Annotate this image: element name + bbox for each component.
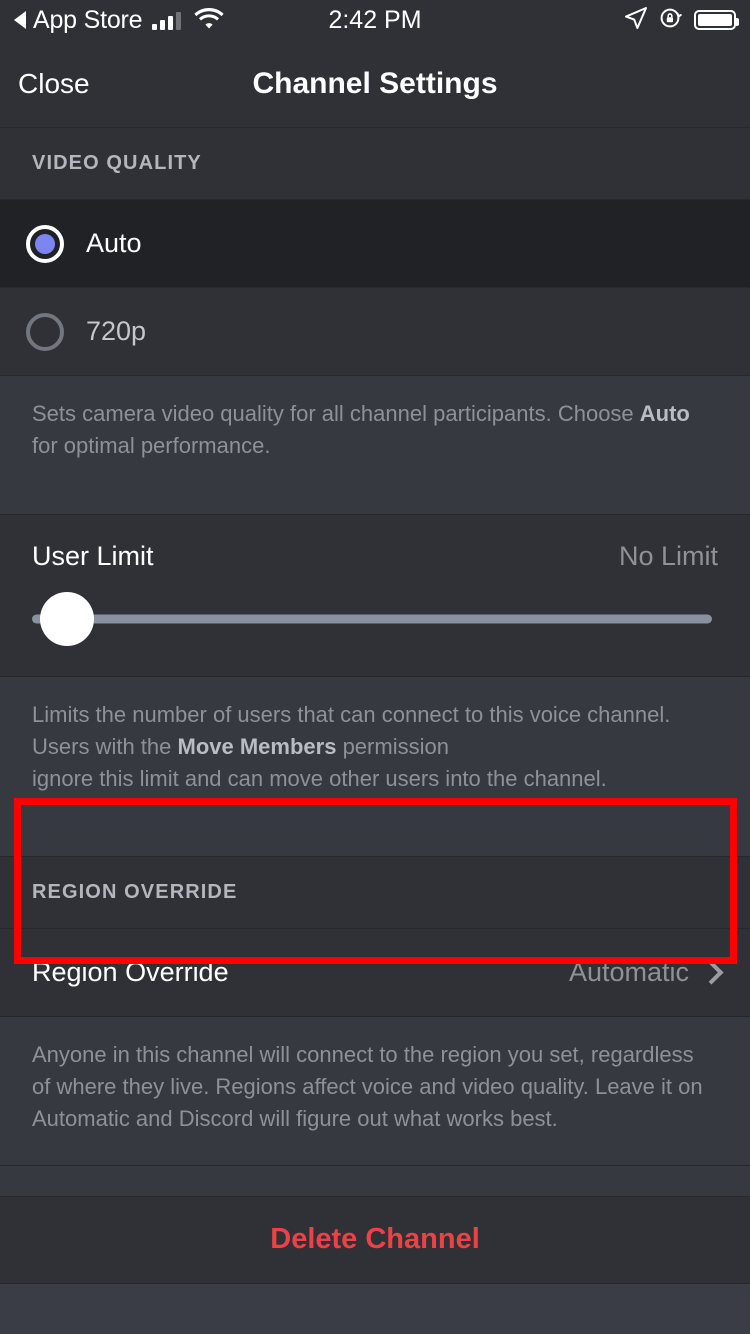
chevron-right-icon[interactable] — [699, 960, 724, 985]
user-limit-value: No Limit — [618, 541, 718, 572]
region-override-description: Anyone in this channel will connect to t… — [0, 1016, 750, 1166]
user-limit-slider[interactable] — [32, 592, 718, 647]
phone-screen: App Store 2:42 PM Close Channel Settings… — [0, 0, 750, 1334]
video-quality-description: Sets camera video quality for all channe… — [0, 376, 750, 516]
user-limit-header: User Limit No Limit — [32, 541, 718, 572]
section-header-region-override: REGION OVERRIDE — [0, 856, 750, 929]
user-limit-description-bold: Move Members — [177, 734, 337, 760]
status-bar-right — [624, 6, 739, 35]
region-override-value: Automatic — [568, 956, 689, 987]
section-header-video-quality: VIDEO QUALITY — [0, 128, 750, 200]
close-button[interactable]: Close — [18, 68, 90, 100]
user-limit-slider-track[interactable] — [32, 614, 712, 624]
region-override-right: Automatic — [569, 957, 724, 988]
video-quality-description-post: for optimal performance. — [32, 433, 271, 459]
video-quality-option-auto-label: Auto — [86, 228, 142, 258]
video-quality-option-720p-label: 720p — [86, 316, 147, 346]
navigation-bar: Close Channel Settings — [0, 40, 750, 128]
video-quality-option-720p[interactable]: 720p — [0, 288, 750, 376]
status-bar-left[interactable]: App Store — [14, 6, 224, 35]
delete-channel-button[interactable]: Delete Channel — [0, 1195, 750, 1284]
user-limit-description: Limits the number of users that can conn… — [0, 677, 750, 857]
back-triangle-icon[interactable] — [14, 11, 26, 29]
location-arrow-icon — [624, 6, 648, 35]
radio-unselected-icon[interactable] — [26, 312, 64, 351]
page-footer-area: www.deuaq.com — [0, 1283, 750, 1334]
page-title: Channel Settings — [252, 66, 498, 100]
status-bar-back-app-label[interactable]: App Store — [33, 6, 143, 35]
user-limit-slider-thumb[interactable] — [40, 592, 94, 647]
signal-bars-icon — [152, 10, 182, 30]
video-quality-description-pre: Sets camera video quality for all channe… — [32, 401, 640, 426]
status-bar: App Store 2:42 PM — [0, 0, 750, 40]
wifi-icon — [194, 7, 224, 34]
settings-content: VIDEO QUALITY Auto 720p Sets camera vide… — [0, 128, 750, 1334]
user-limit-label: User Limit — [32, 541, 154, 572]
video-quality-description-bold: Auto — [639, 401, 690, 426]
delete-channel-label: Delete Channel — [270, 1223, 480, 1256]
battery-icon — [694, 10, 739, 30]
user-limit-block: User Limit No Limit — [0, 515, 750, 678]
video-quality-option-auto[interactable]: Auto — [0, 200, 750, 288]
region-override-label: Region Override — [32, 956, 229, 987]
user-limit-description-line2: ignore this limit and can move other use… — [32, 766, 607, 792]
user-limit-description-post: permission — [336, 734, 449, 760]
section-gap — [0, 1165, 750, 1196]
region-override-row[interactable]: Region Override Automatic — [0, 928, 750, 1017]
rotation-lock-icon — [659, 6, 683, 35]
radio-selected-icon[interactable] — [26, 224, 64, 263]
